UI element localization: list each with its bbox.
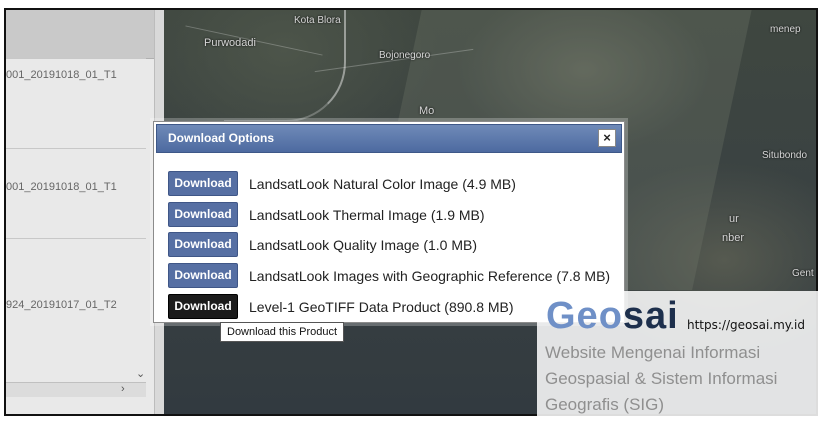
download-tooltip: Download this Product [220,322,345,342]
option-label: Level-1 GeoTIFF Data Product (890.8 MB) [249,299,514,315]
download-georeference-button[interactable]: Download [168,263,238,288]
result-id: 001_20191018_01_T1 [6,69,117,81]
search-results-panel: 001_20191018_01_T1 001_20191018_01_T1 92… [6,10,155,414]
watermark-logo: Geosai [546,295,679,338]
map-label: Mo [419,105,435,117]
dialog-title: Download Options [168,131,274,145]
map-label: Purwodadi [204,37,256,49]
watermark-url: https://geosai.my.id [687,318,805,332]
map-label: nber [722,232,745,244]
map-label: Situbondo [762,150,808,161]
watermark: Geosai https://geosai.my.id Website Meng… [537,291,825,427]
watermark-line: Website Mengenai Informasi [545,343,761,362]
download-thermal-button[interactable]: Download [168,202,238,227]
download-natural-color-button[interactable]: Download [168,171,238,196]
map-label: ur [729,213,739,225]
option-label: LandsatLook Images with Geographic Refer… [249,268,611,284]
result-row[interactable]: 924_20191017_01_T2 [6,238,146,329]
result-id: 924_20191017_01_T2 [6,299,117,311]
result-id: 001_20191018_01_T1 [6,181,117,193]
horizontal-scrollbar[interactable]: › [6,382,146,397]
option-label: LandsatLook Quality Image (1.0 MB) [249,237,478,253]
download-quality-button[interactable]: Download [168,232,238,257]
close-icon[interactable]: × [598,129,616,147]
result-row[interactable]: 001_20191018_01_T1 [6,58,146,149]
option-label: LandsatLook Thermal Image (1.9 MB) [249,207,485,223]
dialog-titlebar: Download Options × [156,124,622,153]
map-label: Kota Blora [294,15,341,26]
download-geotiff-button[interactable]: Download [168,294,238,319]
map-label: menep [770,24,801,35]
watermark-brand-dark: sai [622,295,679,337]
watermark-line: Geografis (SIG) [545,395,665,414]
chevron-down-icon[interactable]: ⌄ [136,367,145,380]
results-header [6,10,154,59]
chevron-right-icon[interactable]: › [121,383,125,395]
watermark-brand-light: Geo [546,295,623,337]
map-label: Gent [792,268,814,279]
result-row[interactable]: 001_20191018_01_T1 [6,148,146,239]
map-label: Bojonegoro [379,50,431,61]
watermark-line: Geospasial & Sistem Informasi [545,369,778,388]
option-label: LandsatLook Natural Color Image (4.9 MB) [249,176,516,192]
